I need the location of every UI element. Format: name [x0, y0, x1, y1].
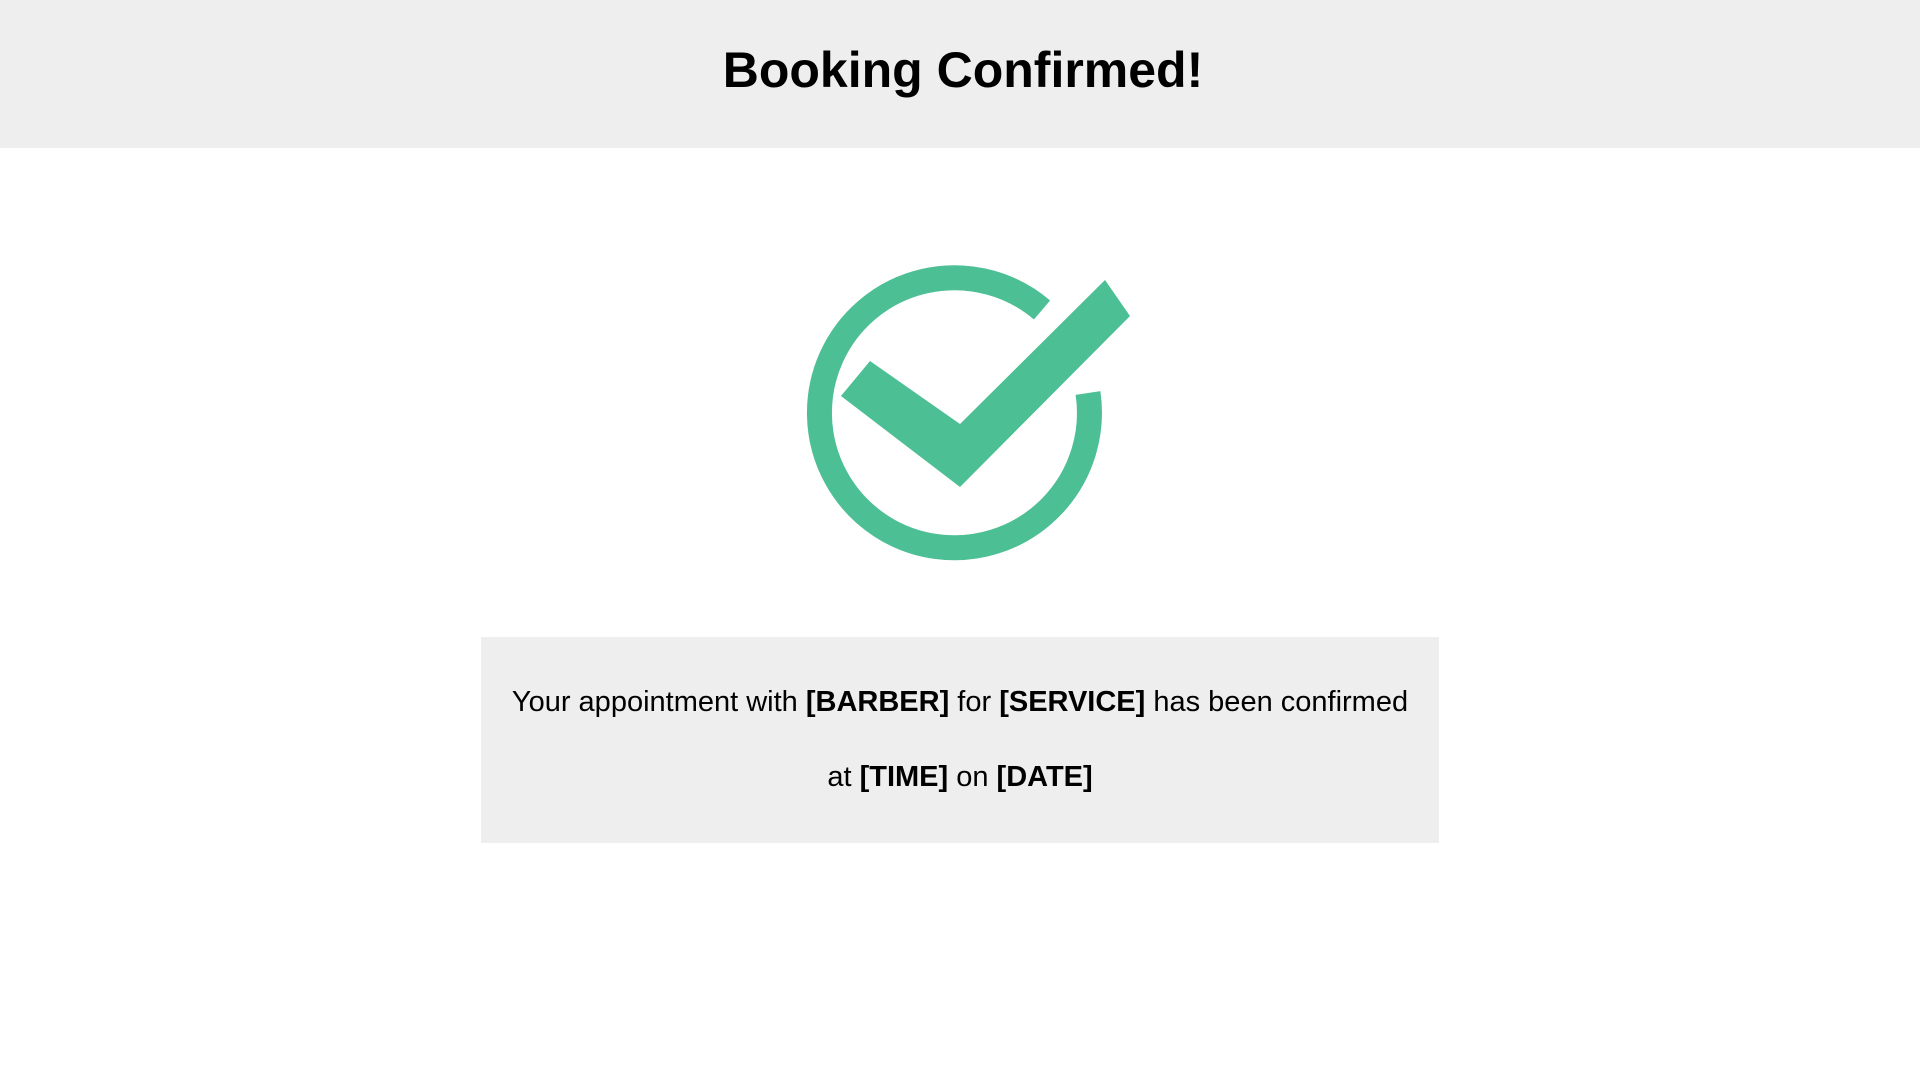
- message-line-1: Your appointment with [BARBER] for [SERV…: [481, 665, 1439, 740]
- service-placeholder: [SERVICE]: [999, 686, 1146, 718]
- message-text: at: [827, 761, 860, 793]
- message-text: has been confirmed: [1145, 686, 1409, 718]
- message-text: on: [948, 761, 997, 793]
- header-bar: Booking Confirmed!: [0, 0, 1920, 148]
- message-line-2: at [TIME] on [DATE]: [481, 740, 1439, 815]
- message-text: for: [949, 686, 1000, 718]
- barber-placeholder: [BARBER]: [805, 686, 950, 718]
- page-title: Booking Confirmed!: [722, 42, 1204, 98]
- message-text: Your appointment with: [511, 686, 806, 718]
- time-placeholder: [TIME]: [859, 761, 949, 793]
- date-placeholder: [DATE]: [996, 761, 1093, 793]
- confirmation-message: Your appointment with [BARBER] for [SERV…: [481, 637, 1439, 843]
- check-circle-icon: [805, 262, 1135, 572]
